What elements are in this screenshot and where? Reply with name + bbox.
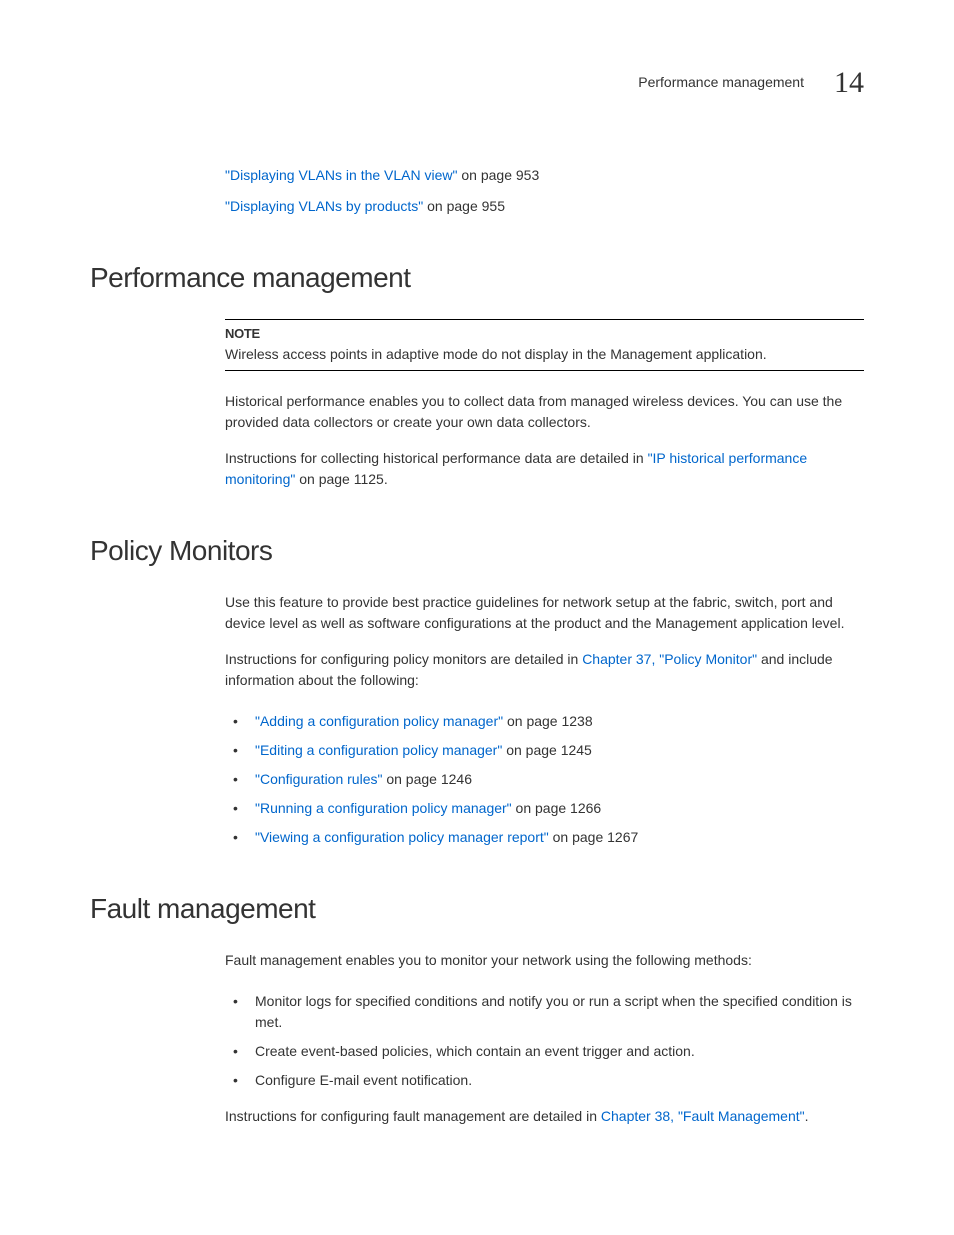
page-ref-suffix: on page 1246: [382, 771, 472, 787]
body-paragraph: Fault management enables you to monitor …: [225, 950, 864, 971]
cross-ref-link[interactable]: "Displaying VLANs by products": [225, 198, 423, 214]
content-block: Use this feature to provide best practic…: [225, 592, 864, 691]
list-item: Configure E-mail event notification.: [225, 1070, 864, 1091]
cross-ref-link[interactable]: "Running a configuration policy manager": [255, 800, 512, 816]
cross-ref-link[interactable]: "Adding a configuration policy manager": [255, 713, 503, 729]
note-rule-top: [225, 319, 864, 320]
page-header: Performance management 14: [90, 60, 864, 105]
cross-ref-link[interactable]: "Editing a configuration policy manager": [255, 742, 502, 758]
body-paragraph: Historical performance enables you to co…: [225, 391, 864, 433]
text-prefix: Instructions for configuring fault manag…: [225, 1108, 601, 1124]
page-ref-suffix: on page 1267: [549, 829, 639, 845]
list-item-text: Configure E-mail event notification.: [255, 1072, 472, 1088]
body-paragraph: Instructions for configuring fault manag…: [225, 1106, 864, 1127]
cross-ref-link[interactable]: "Displaying VLANs in the VLAN view": [225, 167, 457, 183]
text-prefix: Instructions for collecting historical p…: [225, 450, 648, 466]
policy-bullet-list: "Adding a configuration policy manager" …: [225, 711, 864, 848]
list-item: Create event-based policies, which conta…: [225, 1041, 864, 1062]
cross-ref-link[interactable]: Chapter 37, "Policy Monitor": [582, 651, 757, 667]
list-item: "Adding a configuration policy manager" …: [225, 711, 864, 732]
top-link-item: "Displaying VLANs in the VLAN view" on p…: [225, 165, 864, 186]
list-item: "Viewing a configuration policy manager …: [225, 827, 864, 848]
heading-policy: Policy Monitors: [90, 530, 864, 572]
content-block: Fault management enables you to monitor …: [225, 950, 864, 971]
page-ref-suffix: on page 1245: [502, 742, 592, 758]
note-text: Wireless access points in adaptive mode …: [225, 344, 864, 365]
heading-fault: Fault management: [90, 888, 864, 930]
cross-ref-link[interactable]: "Configuration rules": [255, 771, 382, 787]
text-prefix: Instructions for configuring policy moni…: [225, 651, 582, 667]
list-item: "Configuration rules" on page 1246: [225, 769, 864, 790]
heading-performance: Performance management: [90, 257, 864, 299]
page-ref-suffix: on page 953: [457, 167, 539, 183]
list-item: "Editing a configuration policy manager"…: [225, 740, 864, 761]
note-block: NOTE Wireless access points in adaptive …: [225, 319, 864, 371]
note-rule-bottom: [225, 370, 864, 371]
list-item-text: Create event-based policies, which conta…: [255, 1043, 695, 1059]
cross-ref-link[interactable]: Chapter 38, "Fault Management": [601, 1108, 805, 1124]
page-ref-suffix: on page 955: [423, 198, 505, 214]
body-paragraph: Use this feature to provide best practic…: [225, 592, 864, 634]
cross-ref-link[interactable]: "Viewing a configuration policy manager …: [255, 829, 549, 845]
note-label: NOTE: [225, 324, 864, 344]
section-performance-management: Performance management NOTE Wireless acc…: [90, 257, 864, 490]
list-item-text: Monitor logs for specified conditions an…: [255, 993, 852, 1030]
list-item: "Running a configuration policy manager"…: [225, 798, 864, 819]
content-block: Historical performance enables you to co…: [225, 391, 864, 490]
top-link-item: "Displaying VLANs by products" on page 9…: [225, 196, 864, 217]
body-paragraph: Instructions for configuring policy moni…: [225, 649, 864, 691]
page-ref-suffix: on page 1266: [512, 800, 602, 816]
header-chapter-number: 14: [834, 60, 864, 105]
body-paragraph: Instructions for collecting historical p…: [225, 448, 864, 490]
text-suffix: .: [805, 1108, 809, 1124]
fault-bullet-list: Monitor logs for specified conditions an…: [225, 991, 864, 1091]
section-policy-monitors: Policy Monitors Use this feature to prov…: [90, 530, 864, 848]
content-block: Instructions for configuring fault manag…: [225, 1106, 864, 1127]
list-item: Monitor logs for specified conditions an…: [225, 991, 864, 1033]
top-link-list: "Displaying VLANs in the VLAN view" on p…: [225, 165, 864, 217]
header-section-name: Performance management: [638, 72, 804, 93]
section-fault-management: Fault management Fault management enable…: [90, 888, 864, 1127]
page-ref-suffix: on page 1238: [503, 713, 593, 729]
text-suffix: on page 1125.: [295, 471, 387, 487]
